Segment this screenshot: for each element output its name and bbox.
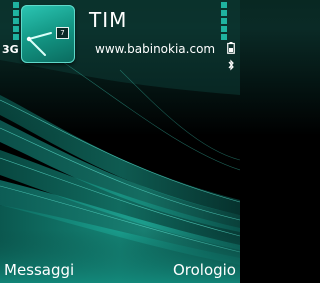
website-text: www.babinokia.com <box>95 42 216 56</box>
analog-clock-widget[interactable]: 7 <box>21 5 75 63</box>
battery-level-icon <box>221 2 227 40</box>
battery-icon <box>227 42 235 54</box>
operator-name: TIM <box>89 8 128 32</box>
softkey-right[interactable]: Orologio <box>173 261 236 279</box>
network-type-label: 3G <box>2 43 19 56</box>
bluetooth-icon <box>228 59 234 71</box>
clock-date-box: 7 <box>56 27 69 39</box>
signal-strength-icon <box>13 2 19 40</box>
softkey-left[interactable]: Messaggi <box>4 261 74 279</box>
